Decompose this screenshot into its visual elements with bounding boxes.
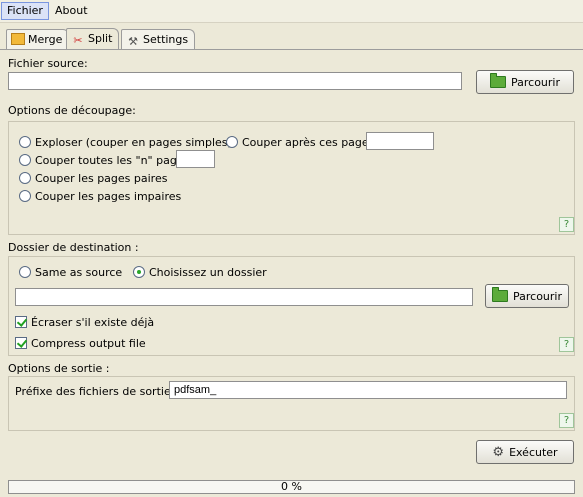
option-choose-folder[interactable]: Choisissez un dossier — [133, 264, 267, 280]
gear-icon: ⚙ — [492, 444, 505, 460]
even-radio[interactable] — [19, 172, 31, 184]
same-as-source-label: Same as source — [35, 265, 123, 279]
menu-about[interactable]: About — [50, 2, 93, 20]
option-every-n[interactable]: Couper toutes les "n" pages — [19, 152, 189, 168]
option-same-as-source[interactable]: Same as source — [19, 264, 122, 280]
even-label: Couper les pages paires — [35, 171, 168, 185]
progress-bar: 0 % — [8, 480, 575, 494]
output-options-panel: Préfixe des fichiers de sortie: ? — [8, 376, 575, 431]
choose-folder-radio[interactable] — [133, 266, 145, 278]
same-as-source-radio[interactable] — [19, 266, 31, 278]
option-after-pages[interactable]: Couper après ces pages — [226, 134, 374, 150]
split-options-label: Options de découpage: — [8, 104, 136, 117]
menu-bar: Fichier About — [0, 0, 583, 23]
every-n-label: Couper toutes les "n" pages — [35, 153, 190, 167]
explode-radio[interactable] — [19, 136, 31, 148]
split-options-panel: Exploser (couper en pages simples) Coupe… — [8, 121, 575, 235]
tab-merge-label: Merge — [28, 33, 63, 46]
menu-fichier[interactable]: Fichier — [1, 2, 49, 20]
destination-browse-label: Parcourir — [512, 289, 562, 303]
every-n-input[interactable] — [176, 150, 215, 168]
run-label: Exécuter — [509, 445, 558, 459]
compress-checkbox[interactable] — [15, 337, 27, 349]
after-pages-input[interactable] — [366, 132, 434, 150]
choose-folder-label: Choisissez un dossier — [149, 265, 267, 279]
option-odd[interactable]: Couper les pages impaires — [19, 188, 181, 204]
folder-icon — [491, 287, 508, 302]
compress-label: Compress output file — [31, 336, 146, 350]
scissors-icon: ✂ — [73, 34, 83, 47]
every-n-radio[interactable] — [19, 154, 31, 166]
tab-split-label: Split — [88, 32, 113, 45]
output-options-label: Options de sortie : — [8, 362, 110, 375]
explode-label: Exploser (couper en pages simples) — [35, 135, 232, 149]
run-button[interactable]: ⚙ Exécuter — [476, 440, 574, 464]
tab-split[interactable]: ✂ Split — [66, 28, 120, 49]
source-browse-label: Parcourir — [510, 75, 560, 89]
destination-browse-button[interactable]: Parcourir — [485, 284, 569, 308]
tools-icon: ⚒ — [128, 35, 138, 48]
after-pages-radio[interactable] — [226, 136, 238, 148]
option-compress[interactable]: Compress output file — [15, 335, 146, 351]
destination-label: Dossier de destination : — [8, 241, 139, 254]
tab-bar: Merge ✂ Split ⚒ Settings — [0, 27, 583, 50]
after-pages-label: Couper après ces pages — [242, 135, 375, 149]
help-icon[interactable]: ? — [559, 337, 574, 352]
source-file-input[interactable] — [8, 72, 462, 90]
folder-icon — [489, 73, 506, 88]
odd-label: Couper les pages impaires — [35, 189, 182, 203]
destination-folder-input[interactable] — [15, 288, 473, 306]
help-icon[interactable]: ? — [559, 217, 574, 232]
option-even[interactable]: Couper les pages paires — [19, 170, 167, 186]
progress-text: 0 % — [281, 480, 302, 493]
prefix-label: Préfixe des fichiers de sortie: — [15, 385, 175, 398]
merge-icon — [11, 33, 25, 45]
help-icon[interactable]: ? — [559, 413, 574, 428]
prefix-input[interactable] — [169, 381, 567, 399]
tab-settings-label: Settings — [143, 33, 189, 46]
option-explode[interactable]: Exploser (couper en pages simples) — [19, 134, 232, 150]
option-overwrite[interactable]: Écraser s'il existe déjà — [15, 314, 154, 330]
overwrite-checkbox[interactable] — [15, 316, 27, 328]
tab-settings[interactable]: ⚒ Settings — [121, 29, 196, 49]
destination-panel: Same as source Choisissez un dossier Par… — [8, 256, 575, 356]
tab-merge[interactable]: Merge — [6, 29, 70, 49]
overwrite-label: Écraser s'il existe déjà — [31, 315, 155, 329]
source-browse-button[interactable]: Parcourir — [476, 70, 574, 94]
source-label: Fichier source: — [8, 57, 88, 70]
odd-radio[interactable] — [19, 190, 31, 202]
